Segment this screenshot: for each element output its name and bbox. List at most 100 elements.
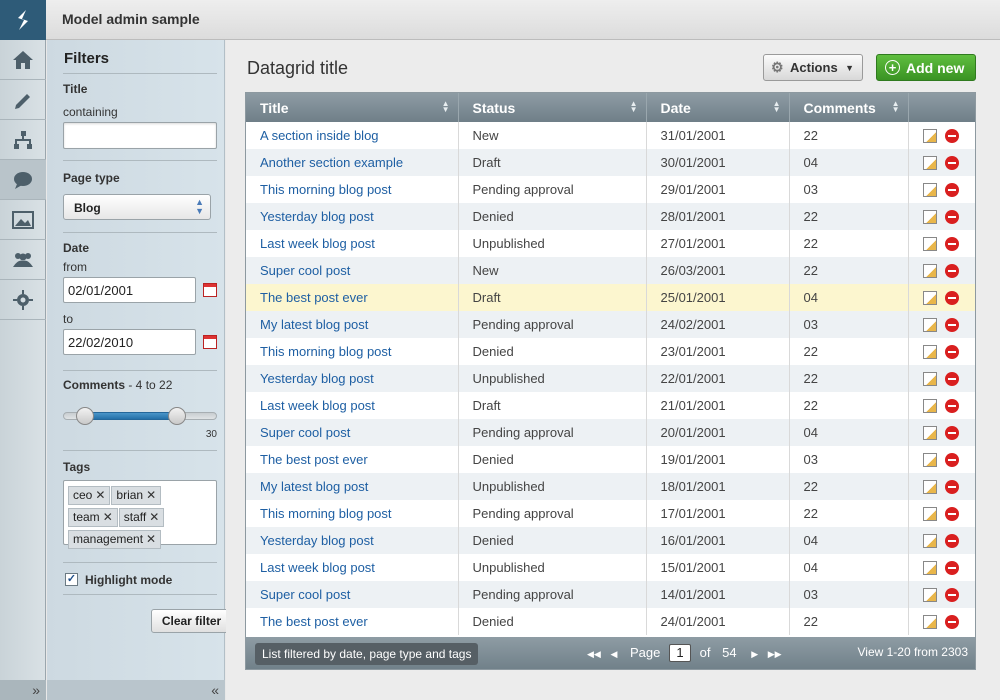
row-title-link[interactable]: Yesterday blog post [260,209,374,224]
table-row[interactable]: My latest blog post Unpublished 18/01/2001… [246,473,975,500]
edit-icon[interactable] [922,291,937,306]
users-icon[interactable] [0,240,46,280]
table-row[interactable]: The best post ever Draft 25/01/2001 04 [246,284,975,311]
comments-slider[interactable] [63,407,217,425]
table-row[interactable]: A section inside blog New 31/01/2001 22 [246,122,975,149]
row-title-link[interactable]: The best post ever [260,452,368,467]
table-row[interactable]: Yesterday blog post Denied 16/01/2001 04 [246,527,975,554]
delete-icon[interactable] [944,588,959,603]
delete-icon[interactable] [944,291,959,306]
delete-icon[interactable] [944,345,959,360]
remove-tag-icon[interactable]: ✕ [146,488,156,502]
edit-icon[interactable] [922,183,937,198]
column-header-status[interactable]: Status ▲ ▼ [458,93,647,122]
edit-icon[interactable] [922,129,937,144]
remove-tag-icon[interactable]: ✕ [103,510,113,524]
table-row[interactable]: This morning blog post Pending approval 29… [246,176,975,203]
prev-page-icon[interactable]: ◀ [610,649,617,659]
delete-icon[interactable] [944,399,959,414]
table-row[interactable]: This morning blog post Pending approval 17… [246,500,975,527]
delete-icon[interactable] [944,534,959,549]
collapse-filters-button[interactable]: « [47,680,225,700]
row-title-link[interactable]: Super cool post [260,263,350,278]
app-logo-icon[interactable] [0,0,46,40]
row-title-link[interactable]: This morning blog post [260,182,392,197]
delete-icon[interactable] [944,264,959,279]
delete-icon[interactable] [944,318,959,333]
tags-input[interactable]: ceo ✕ brian ✕team ✕ staff ✕management ✕ [63,480,217,549]
pencil-icon[interactable] [0,80,46,120]
table-row[interactable]: Super cool post Pending approval 20/01/200… [246,419,975,446]
edit-icon[interactable] [922,561,937,576]
home-icon[interactable] [0,40,46,80]
table-row[interactable]: Super cool post Pending approval 14/01/200… [246,581,975,608]
calendar-from-icon[interactable] [203,283,217,297]
table-row[interactable]: Super cool post New 26/03/2001 22 [246,257,975,284]
column-header-comments[interactable]: Comments ▲ ▼ [789,93,909,122]
remove-tag-icon[interactable]: ✕ [149,510,159,524]
edit-icon[interactable] [922,480,937,495]
edit-icon[interactable] [922,426,937,441]
row-title-link[interactable]: The best post ever [260,290,368,305]
table-row[interactable]: The best post ever Denied 24/01/2001 22 [246,608,975,635]
edit-icon[interactable] [922,372,937,387]
date-from-input[interactable]: 02/01/2001 [63,277,196,303]
table-row[interactable]: Another section example Draft 30/01/2001 04 [246,149,975,176]
remove-tag-icon[interactable]: ✕ [95,488,105,502]
row-title-link[interactable]: Last week blog post [260,398,375,413]
table-row[interactable]: My latest blog post Pending approval 24/02… [246,311,975,338]
delete-icon[interactable] [944,183,959,198]
gear-icon[interactable] [0,280,46,320]
delete-icon[interactable] [944,480,959,495]
delete-icon[interactable] [944,372,959,387]
row-title-link[interactable]: Yesterday blog post [260,533,374,548]
title-search-input[interactable] [63,122,217,149]
row-title-link[interactable]: A section inside blog [260,128,379,143]
first-page-icon[interactable]: ◀◀ [587,649,601,659]
edit-icon[interactable] [922,318,937,333]
row-title-link[interactable]: Yesterday blog post [260,371,374,386]
delete-icon[interactable] [944,129,959,144]
delete-icon[interactable] [944,156,959,171]
comments-slider-min-handle[interactable] [75,407,94,425]
table-row[interactable]: Yesterday blog post Denied 28/01/2001 22 [246,203,975,230]
add-new-button[interactable]: + Add new [876,54,976,81]
delete-icon[interactable] [944,507,959,522]
highlight-mode-toggle[interactable]: ✓ Highlight mode [63,571,223,589]
page-number-input[interactable]: 1 [669,644,692,662]
edit-icon[interactable] [922,345,937,360]
highlight-checkbox[interactable]: ✓ [65,573,78,586]
clear-filter-button[interactable]: Clear filter [151,609,232,633]
row-title-link[interactable]: This morning blog post [260,344,392,359]
sitemap-icon[interactable] [0,120,46,160]
edit-icon[interactable] [922,399,937,414]
edit-icon[interactable] [922,534,937,549]
table-row[interactable]: This morning blog post Denied 23/01/2001 22 [246,338,975,365]
row-title-link[interactable]: Last week blog post [260,560,375,575]
row-title-link[interactable]: My latest blog post [260,479,368,494]
delete-icon[interactable] [944,237,959,252]
last-page-icon[interactable]: ▶▶ [768,649,782,659]
delete-icon[interactable] [944,426,959,441]
row-title-link[interactable]: The best post ever [260,614,368,629]
edit-icon[interactable] [922,615,937,630]
edit-icon[interactable] [922,237,937,252]
delete-icon[interactable] [944,453,959,468]
remove-tag-icon[interactable]: ✕ [146,532,156,546]
next-page-icon[interactable]: ▶ [751,649,758,659]
edit-icon[interactable] [922,210,937,225]
delete-icon[interactable] [944,210,959,225]
edit-icon[interactable] [922,588,937,603]
date-to-input[interactable]: 22/02/2010 [63,329,196,355]
edit-icon[interactable] [922,453,937,468]
column-header-title[interactable]: Title ▲ ▼ [246,93,459,122]
image-icon[interactable] [0,200,46,240]
edit-icon[interactable] [922,264,937,279]
comment-icon[interactable] [0,160,46,200]
row-title-link[interactable]: Super cool post [260,587,350,602]
table-row[interactable]: The best post ever Denied 19/01/2001 03 [246,446,975,473]
expand-sidebar-button[interactable]: » [0,680,46,700]
comments-slider-max-handle[interactable] [167,407,186,425]
row-title-link[interactable]: Super cool post [260,425,350,440]
row-title-link[interactable]: This morning blog post [260,506,392,521]
